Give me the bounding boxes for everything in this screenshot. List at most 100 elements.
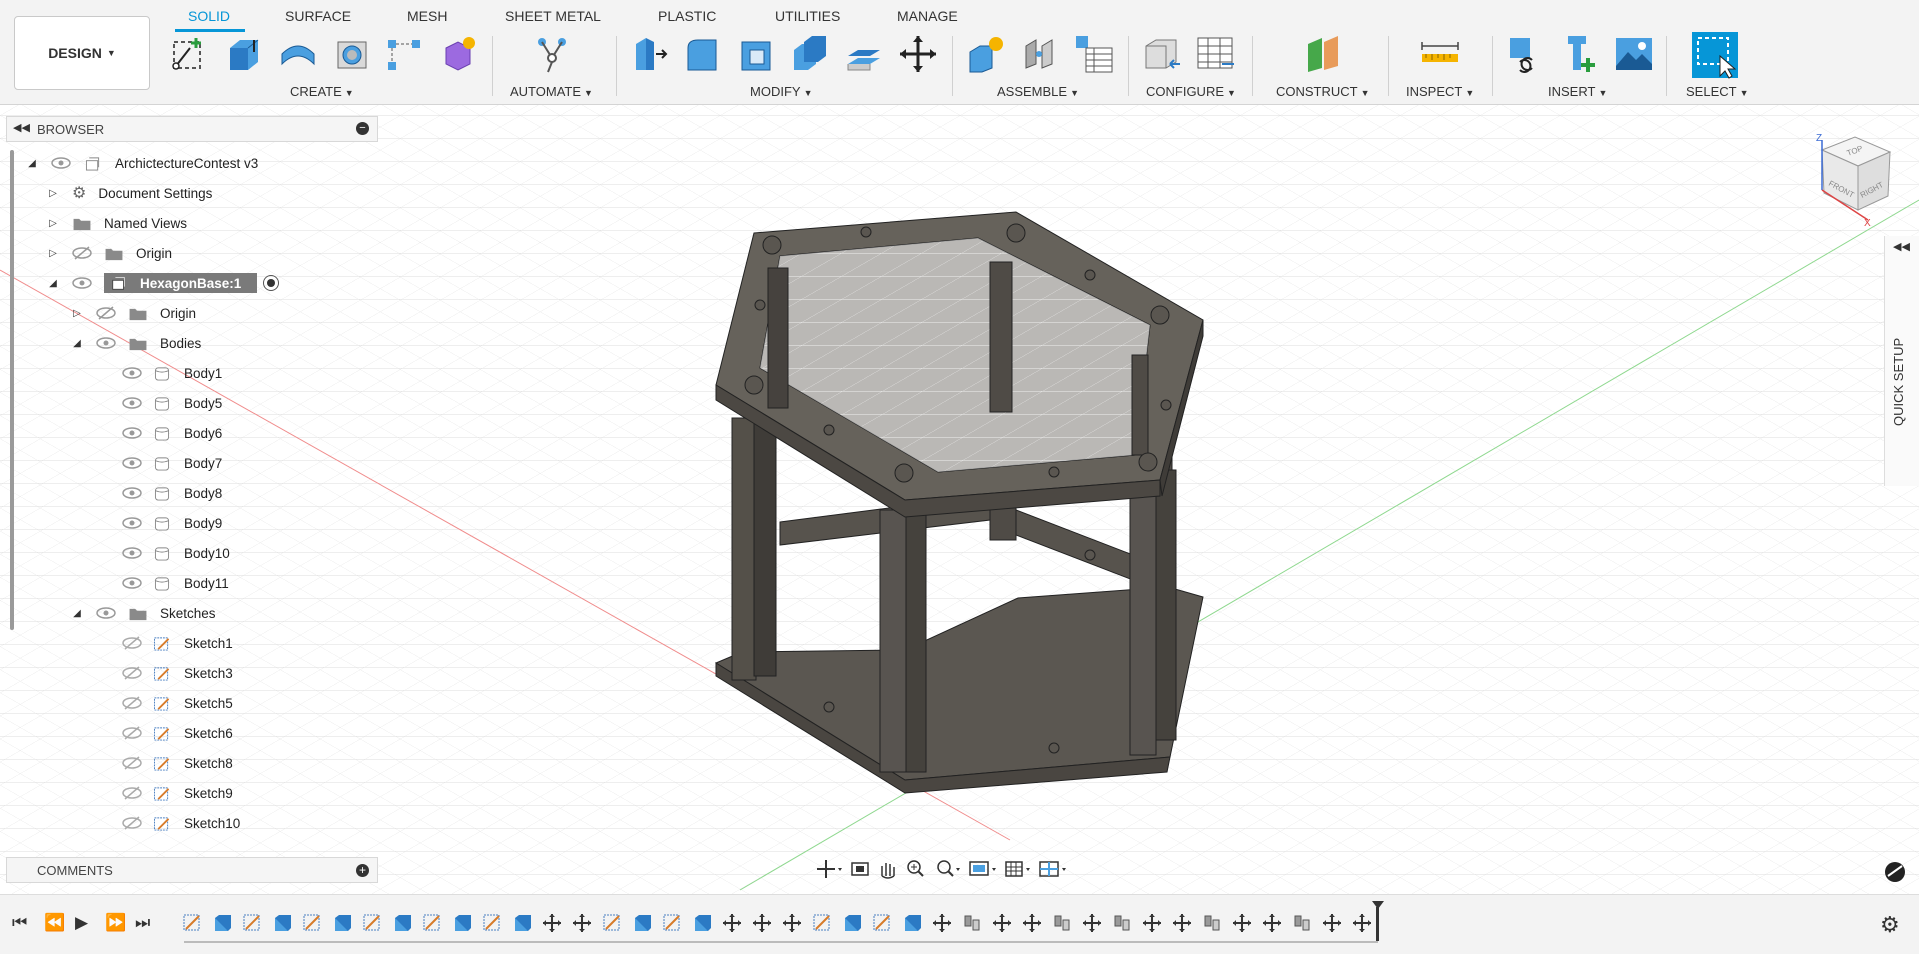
- tab-solid[interactable]: SOLID: [188, 8, 230, 24]
- timeline-move-icon[interactable]: [542, 913, 562, 933]
- visibility-eye-icon[interactable]: [96, 336, 116, 350]
- assemble-menu[interactable]: ASSEMBLE ▼: [997, 84, 1079, 99]
- expanded-triangle-icon[interactable]: ◢: [46, 278, 60, 289]
- timeline-move-icon[interactable]: [1142, 913, 1162, 933]
- collapsed-triangle-icon[interactable]: ▷: [70, 308, 84, 319]
- expanded-triangle-icon[interactable]: ◢: [25, 158, 39, 169]
- timeline-track[interactable]: [184, 941, 1378, 943]
- select-icon[interactable]: [1690, 30, 1740, 80]
- timeline-extrude-icon[interactable]: [842, 913, 862, 933]
- joint-icon[interactable]: [1020, 34, 1060, 74]
- timeline-sketch-icon[interactable]: [242, 913, 262, 933]
- bill-of-materials-icon[interactable]: [1074, 34, 1114, 74]
- configure-icon[interactable]: [1142, 34, 1182, 74]
- hole-icon[interactable]: [332, 34, 372, 74]
- timeline-joint-icon[interactable]: [1292, 913, 1312, 933]
- bottom-right-shape-icon[interactable]: [1885, 862, 1905, 882]
- timeline-move-icon[interactable]: [992, 913, 1012, 933]
- move-copy-icon[interactable]: [898, 34, 938, 74]
- tab-surface[interactable]: SURFACE: [285, 8, 351, 24]
- orbit-icon[interactable]: [817, 860, 842, 878]
- grid-settings-icon[interactable]: [1005, 861, 1030, 877]
- zoom-window-icon[interactable]: [937, 860, 960, 877]
- tree-item-body[interactable]: Body1: [122, 362, 222, 384]
- component-selected[interactable]: HexagonBase:1: [104, 273, 258, 293]
- timeline-extrude-icon[interactable]: [632, 913, 652, 933]
- tab-plastic[interactable]: PLASTIC: [658, 8, 716, 24]
- timeline-move-icon[interactable]: [1232, 913, 1252, 933]
- timeline-marker[interactable]: [1376, 907, 1379, 941]
- tree-item-named-views[interactable]: ▷ Named Views: [46, 212, 187, 234]
- timeline-joint-icon[interactable]: [1202, 913, 1222, 933]
- comments-panel-header[interactable]: COMMENTS +: [6, 857, 378, 883]
- press-pull-icon[interactable]: [630, 34, 670, 74]
- timeline-extrude-icon[interactable]: [902, 913, 922, 933]
- expanded-triangle-icon[interactable]: ◢: [70, 338, 84, 349]
- timeline-move-icon[interactable]: [1082, 913, 1102, 933]
- quick-setup-panel[interactable]: QUICK SETUP: [1884, 236, 1919, 486]
- timeline-sketch-icon[interactable]: [422, 913, 442, 933]
- tree-item-sketch[interactable]: Sketch3: [122, 662, 233, 684]
- minimize-icon[interactable]: −: [356, 122, 369, 135]
- configure-menu[interactable]: CONFIGURE ▼: [1146, 84, 1236, 99]
- tree-item-sketch[interactable]: Sketch6: [122, 722, 233, 744]
- hidden-eye-icon[interactable]: [122, 636, 142, 650]
- hidden-eye-icon[interactable]: [122, 756, 142, 770]
- viewports-icon[interactable]: [1039, 861, 1066, 877]
- timeline-move-icon[interactable]: [1172, 913, 1192, 933]
- hidden-eye-icon[interactable]: [122, 816, 142, 830]
- hidden-eye-icon[interactable]: [72, 246, 92, 260]
- timeline-joint-icon[interactable]: [1052, 913, 1072, 933]
- timeline-move-icon[interactable]: [1322, 913, 1342, 933]
- pan-hand-icon[interactable]: [881, 863, 895, 879]
- tree-item-body[interactable]: Body8: [122, 482, 222, 504]
- tree-item-sketch[interactable]: Sketch10: [122, 812, 240, 834]
- step-back-icon[interactable]: ⏪: [44, 913, 65, 933]
- tree-item-body[interactable]: Body6: [122, 422, 222, 444]
- timeline-move-icon[interactable]: [1352, 913, 1372, 933]
- tree-item-body[interactable]: Body10: [122, 542, 230, 564]
- tree-item-sketch[interactable]: Sketch5: [122, 692, 233, 714]
- collapse-panel-icon[interactable]: ◀◀: [13, 121, 30, 134]
- create-sketch-icon[interactable]: [168, 34, 208, 74]
- timeline-joint-icon[interactable]: [1112, 913, 1132, 933]
- inspect-menu[interactable]: INSPECT ▼: [1406, 84, 1474, 99]
- look-at-icon[interactable]: [851, 862, 869, 876]
- create-form-icon[interactable]: [438, 34, 478, 74]
- construct-menu[interactable]: CONSTRUCT ▼: [1276, 84, 1370, 99]
- timeline-sketch-icon[interactable]: [182, 913, 202, 933]
- collapsed-triangle-icon[interactable]: ▷: [46, 188, 60, 199]
- zoom-icon[interactable]: [907, 860, 924, 877]
- insert-mcmaster-icon[interactable]: [1560, 34, 1600, 74]
- shell-icon[interactable]: [736, 34, 776, 74]
- timeline-move-icon[interactable]: [782, 913, 802, 933]
- visibility-eye-icon[interactable]: [96, 606, 116, 620]
- timeline-extrude-icon[interactable]: [212, 913, 232, 933]
- timeline-move-icon[interactable]: [572, 913, 592, 933]
- timeline-sketch-icon[interactable]: [662, 913, 682, 933]
- visibility-eye-icon[interactable]: [122, 576, 142, 590]
- timeline-settings-gear-icon[interactable]: ⚙: [1880, 912, 1900, 938]
- timeline-move-icon[interactable]: [722, 913, 742, 933]
- tree-item-sketches[interactable]: ◢ Sketches: [70, 602, 215, 624]
- offset-face-icon[interactable]: [844, 34, 884, 74]
- visibility-eye-icon[interactable]: [122, 456, 142, 470]
- expand-panel-icon[interactable]: ◀◀: [1893, 240, 1910, 253]
- tab-manage[interactable]: MANAGE: [897, 8, 958, 24]
- tree-item-bodies[interactable]: ◢ Bodies: [70, 332, 201, 354]
- rectangular-pattern-icon[interactable]: [384, 34, 424, 74]
- tree-item-origin[interactable]: ▷ Origin: [46, 242, 172, 264]
- visibility-eye-icon[interactable]: [122, 366, 142, 380]
- combine-icon[interactable]: [790, 34, 830, 74]
- timeline-move-icon[interactable]: [752, 913, 772, 933]
- collapsed-triangle-icon[interactable]: ▷: [46, 218, 60, 229]
- model-viewport[interactable]: TOP FRONT RIGHT Z X: [0, 105, 1919, 894]
- tree-item-body[interactable]: Body5: [122, 392, 222, 414]
- hidden-eye-icon[interactable]: [96, 306, 116, 320]
- browser-panel-header[interactable]: ◀◀ BROWSER −: [6, 116, 378, 142]
- tree-item-body[interactable]: Body11: [122, 572, 229, 594]
- visibility-eye-icon[interactable]: [51, 156, 71, 170]
- tab-mesh[interactable]: MESH: [407, 8, 447, 24]
- timeline-sketch-icon[interactable]: [482, 913, 502, 933]
- modify-menu[interactable]: MODIFY ▼: [750, 84, 812, 99]
